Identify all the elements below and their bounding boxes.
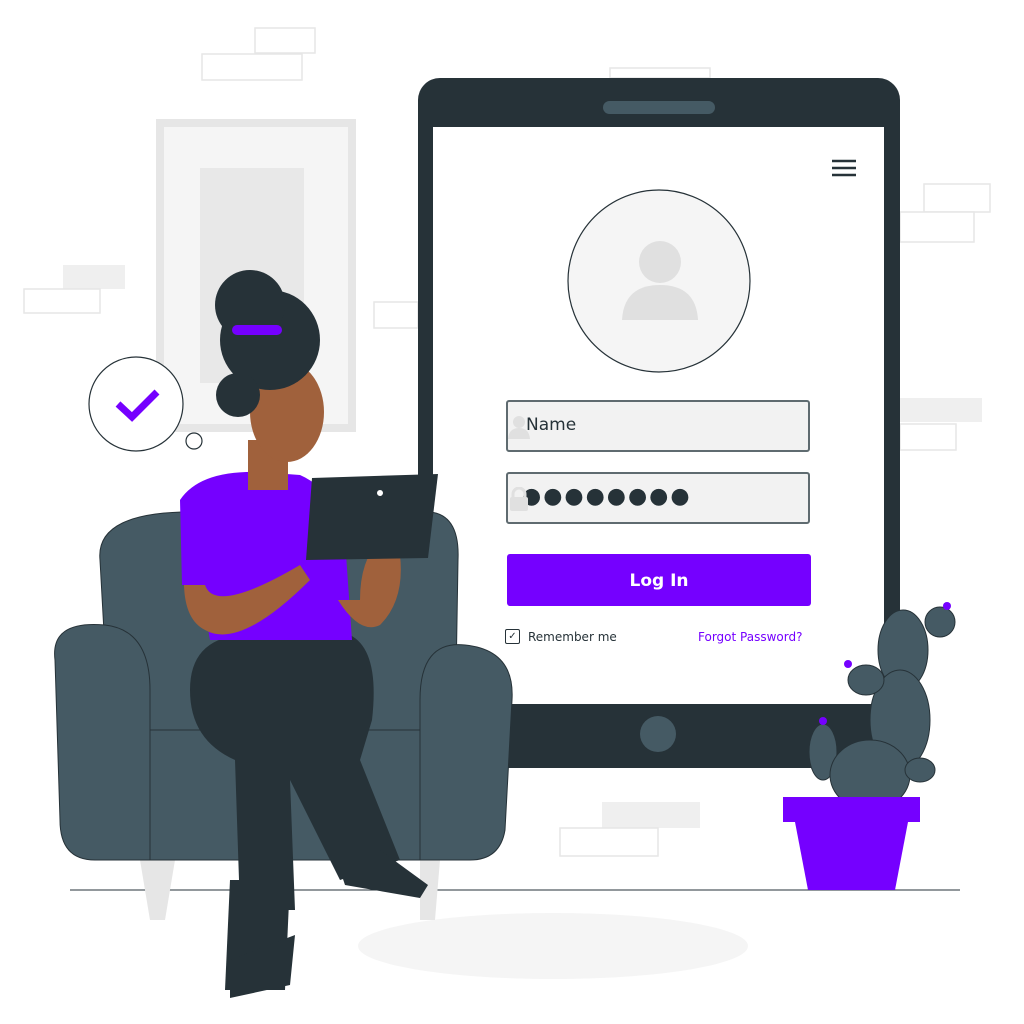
user-icon (508, 416, 530, 439)
user-avatar-icon (567, 189, 751, 373)
remember-me-checkbox[interactable]: ✓ Remember me (505, 629, 617, 644)
forgot-password-link[interactable]: Forgot Password? (698, 630, 802, 644)
speaker-slot (603, 101, 715, 114)
name-input[interactable]: Name (506, 400, 810, 452)
name-placeholder: Name (526, 415, 577, 435)
lock-icon (510, 487, 528, 511)
home-button (640, 716, 676, 752)
password-input[interactable]: ●●●●●●●● (506, 472, 810, 524)
password-value: ●●●●●●●● (522, 484, 692, 509)
login-button[interactable]: Log In (507, 554, 811, 606)
login-illustration: Name ●●●●●●●● Log In ✓ Remember me Forgo… (0, 0, 1024, 1024)
checkbox-checked-icon[interactable]: ✓ (505, 629, 520, 644)
remember-me-label: Remember me (528, 629, 617, 644)
